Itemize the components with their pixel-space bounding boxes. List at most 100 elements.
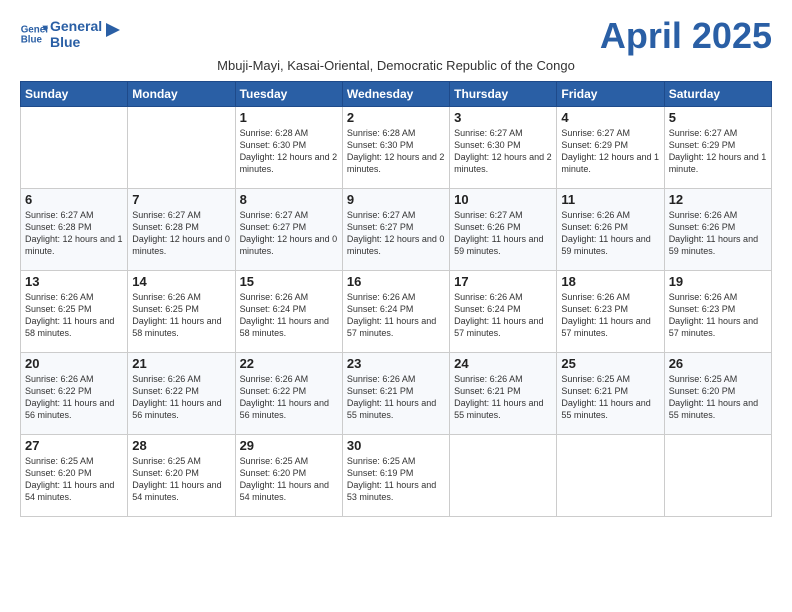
calendar-cell bbox=[128, 107, 235, 189]
calendar-header: SundayMondayTuesdayWednesdayThursdayFrid… bbox=[21, 82, 772, 107]
cell-info: Sunrise: 6:27 AM Sunset: 6:30 PM Dayligh… bbox=[454, 127, 552, 176]
calendar-cell: 7 Sunrise: 6:27 AM Sunset: 6:28 PM Daylig… bbox=[128, 189, 235, 271]
day-number: 25 bbox=[561, 356, 659, 371]
cell-info: Sunrise: 6:26 AM Sunset: 6:23 PM Dayligh… bbox=[669, 291, 767, 340]
logo-line1: General bbox=[50, 18, 102, 34]
day-number: 23 bbox=[347, 356, 445, 371]
calendar-cell: 4 Sunrise: 6:27 AM Sunset: 6:29 PM Daylig… bbox=[557, 107, 664, 189]
cell-info: Sunrise: 6:28 AM Sunset: 6:30 PM Dayligh… bbox=[347, 127, 445, 176]
day-number: 22 bbox=[240, 356, 338, 371]
subtitle: Mbuji-Mayi, Kasai-Oriental, Democratic R… bbox=[20, 58, 772, 73]
cell-info: Sunrise: 6:26 AM Sunset: 6:21 PM Dayligh… bbox=[454, 373, 552, 422]
calendar-cell: 18Sunrise: 6:26 AM Sunset: 6:23 PM Dayli… bbox=[557, 271, 664, 353]
calendar-cell bbox=[450, 435, 557, 517]
cell-info: Sunrise: 6:25 AM Sunset: 6:19 PM Dayligh… bbox=[347, 455, 445, 504]
cell-info: Sunrise: 6:26 AM Sunset: 6:26 PM Dayligh… bbox=[561, 209, 659, 258]
calendar-cell: 2Sunrise: 6:28 AM Sunset: 6:30 PM Daylig… bbox=[342, 107, 449, 189]
calendar-table: SundayMondayTuesdayWednesdayThursdayFrid… bbox=[20, 81, 772, 517]
cell-info: Sunrise: 6:25 AM Sunset: 6:20 PM Dayligh… bbox=[25, 455, 123, 504]
header-row: General Blue General Blue April 2025 bbox=[20, 18, 772, 54]
logo-arrow-icon bbox=[104, 21, 122, 39]
cell-info: Sunrise: 6:27 AM Sunset: 6:28 PM Dayligh… bbox=[132, 209, 230, 258]
day-header-sunday: Sunday bbox=[21, 82, 128, 107]
calendar-week-4: 20Sunrise: 6:26 AM Sunset: 6:22 PM Dayli… bbox=[21, 353, 772, 435]
calendar-cell: 1 Sunrise: 6:28 AM Sunset: 6:30 PM Daylig… bbox=[235, 107, 342, 189]
calendar-cell: 9Sunrise: 6:27 AM Sunset: 6:27 PM Daylig… bbox=[342, 189, 449, 271]
logo: General Blue General Blue bbox=[20, 18, 122, 50]
logo-line2: Blue bbox=[50, 34, 102, 50]
calendar-cell: 5 Sunrise: 6:27 AM Sunset: 6:29 PM Daylig… bbox=[664, 107, 771, 189]
logo-icon: General Blue bbox=[20, 20, 48, 48]
cell-info: Sunrise: 6:26 AM Sunset: 6:26 PM Dayligh… bbox=[669, 209, 767, 258]
day-number: 16 bbox=[347, 274, 445, 289]
day-number: 24 bbox=[454, 356, 552, 371]
calendar-cell: 28 Sunrise: 6:25 AM Sunset: 6:20 PM Dayli… bbox=[128, 435, 235, 517]
cell-info: Sunrise: 6:26 AM Sunset: 6:22 PM Dayligh… bbox=[132, 373, 230, 422]
calendar-cell: 15 Sunrise: 6:26 AM Sunset: 6:24 PM Dayli… bbox=[235, 271, 342, 353]
cell-info: Sunrise: 6:25 AM Sunset: 6:20 PM Dayligh… bbox=[669, 373, 767, 422]
calendar-cell bbox=[664, 435, 771, 517]
cell-info: Sunrise: 6:27 AM Sunset: 6:29 PM Dayligh… bbox=[669, 127, 767, 176]
cell-info: Sunrise: 6:26 AM Sunset: 6:22 PM Dayligh… bbox=[240, 373, 338, 422]
day-number: 8 bbox=[240, 192, 338, 207]
cell-info: Sunrise: 6:26 AM Sunset: 6:23 PM Dayligh… bbox=[561, 291, 659, 340]
day-number: 7 bbox=[132, 192, 230, 207]
day-number: 21 bbox=[132, 356, 230, 371]
calendar-cell: 8 Sunrise: 6:27 AM Sunset: 6:27 PM Daylig… bbox=[235, 189, 342, 271]
cell-info: Sunrise: 6:26 AM Sunset: 6:24 PM Dayligh… bbox=[454, 291, 552, 340]
day-number: 3 bbox=[454, 110, 552, 125]
day-number: 15 bbox=[240, 274, 338, 289]
day-header-thursday: Thursday bbox=[450, 82, 557, 107]
cell-info: Sunrise: 6:25 AM Sunset: 6:20 PM Dayligh… bbox=[132, 455, 230, 504]
cell-info: Sunrise: 6:26 AM Sunset: 6:24 PM Dayligh… bbox=[240, 291, 338, 340]
calendar-cell: 20Sunrise: 6:26 AM Sunset: 6:22 PM Dayli… bbox=[21, 353, 128, 435]
day-number: 17 bbox=[454, 274, 552, 289]
calendar-cell: 14 Sunrise: 6:26 AM Sunset: 6:25 PM Dayli… bbox=[128, 271, 235, 353]
day-header-saturday: Saturday bbox=[664, 82, 771, 107]
cell-info: Sunrise: 6:26 AM Sunset: 6:22 PM Dayligh… bbox=[25, 373, 123, 422]
calendar-cell: 21 Sunrise: 6:26 AM Sunset: 6:22 PM Dayli… bbox=[128, 353, 235, 435]
day-header-wednesday: Wednesday bbox=[342, 82, 449, 107]
calendar-cell: 30 Sunrise: 6:25 AM Sunset: 6:19 PM Dayli… bbox=[342, 435, 449, 517]
day-number: 5 bbox=[669, 110, 767, 125]
calendar-week-2: 6Sunrise: 6:27 AM Sunset: 6:28 PM Daylig… bbox=[21, 189, 772, 271]
calendar-cell: 24 Sunrise: 6:26 AM Sunset: 6:21 PM Dayli… bbox=[450, 353, 557, 435]
day-number: 10 bbox=[454, 192, 552, 207]
calendar-cell: 27Sunrise: 6:25 AM Sunset: 6:20 PM Dayli… bbox=[21, 435, 128, 517]
cell-info: Sunrise: 6:27 AM Sunset: 6:29 PM Dayligh… bbox=[561, 127, 659, 176]
day-number: 11 bbox=[561, 192, 659, 207]
cell-info: Sunrise: 6:27 AM Sunset: 6:26 PM Dayligh… bbox=[454, 209, 552, 258]
day-header-monday: Monday bbox=[128, 82, 235, 107]
calendar-cell: 10 Sunrise: 6:27 AM Sunset: 6:26 PM Dayli… bbox=[450, 189, 557, 271]
cell-info: Sunrise: 6:26 AM Sunset: 6:25 PM Dayligh… bbox=[132, 291, 230, 340]
day-number: 30 bbox=[347, 438, 445, 453]
cell-info: Sunrise: 6:27 AM Sunset: 6:27 PM Dayligh… bbox=[240, 209, 338, 258]
calendar-cell: 25 Sunrise: 6:25 AM Sunset: 6:21 PM Dayli… bbox=[557, 353, 664, 435]
calendar-cell bbox=[21, 107, 128, 189]
day-number: 28 bbox=[132, 438, 230, 453]
calendar-week-1: 1 Sunrise: 6:28 AM Sunset: 6:30 PM Daylig… bbox=[21, 107, 772, 189]
day-number: 1 bbox=[240, 110, 338, 125]
cell-info: Sunrise: 6:26 AM Sunset: 6:24 PM Dayligh… bbox=[347, 291, 445, 340]
day-number: 4 bbox=[561, 110, 659, 125]
calendar-cell: 12 Sunrise: 6:26 AM Sunset: 6:26 PM Dayli… bbox=[664, 189, 771, 271]
calendar-cell: 17 Sunrise: 6:26 AM Sunset: 6:24 PM Dayli… bbox=[450, 271, 557, 353]
cell-info: Sunrise: 6:26 AM Sunset: 6:25 PM Dayligh… bbox=[25, 291, 123, 340]
day-number: 14 bbox=[132, 274, 230, 289]
month-title: April 2025 bbox=[600, 18, 772, 54]
calendar-week-5: 27Sunrise: 6:25 AM Sunset: 6:20 PM Dayli… bbox=[21, 435, 772, 517]
cell-info: Sunrise: 6:25 AM Sunset: 6:21 PM Dayligh… bbox=[561, 373, 659, 422]
day-number: 26 bbox=[669, 356, 767, 371]
cell-info: Sunrise: 6:28 AM Sunset: 6:30 PM Dayligh… bbox=[240, 127, 338, 176]
calendar-week-3: 13Sunrise: 6:26 AM Sunset: 6:25 PM Dayli… bbox=[21, 271, 772, 353]
day-number: 19 bbox=[669, 274, 767, 289]
calendar-cell: 6Sunrise: 6:27 AM Sunset: 6:28 PM Daylig… bbox=[21, 189, 128, 271]
page: General Blue General Blue April 2025 Mbu… bbox=[0, 0, 792, 527]
day-header-tuesday: Tuesday bbox=[235, 82, 342, 107]
calendar-cell: 19 Sunrise: 6:26 AM Sunset: 6:23 PM Dayli… bbox=[664, 271, 771, 353]
day-number: 9 bbox=[347, 192, 445, 207]
calendar-cell: 29Sunrise: 6:25 AM Sunset: 6:20 PM Dayli… bbox=[235, 435, 342, 517]
calendar-cell: 23Sunrise: 6:26 AM Sunset: 6:21 PM Dayli… bbox=[342, 353, 449, 435]
calendar-cell: 11 Sunrise: 6:26 AM Sunset: 6:26 PM Dayli… bbox=[557, 189, 664, 271]
day-number: 12 bbox=[669, 192, 767, 207]
